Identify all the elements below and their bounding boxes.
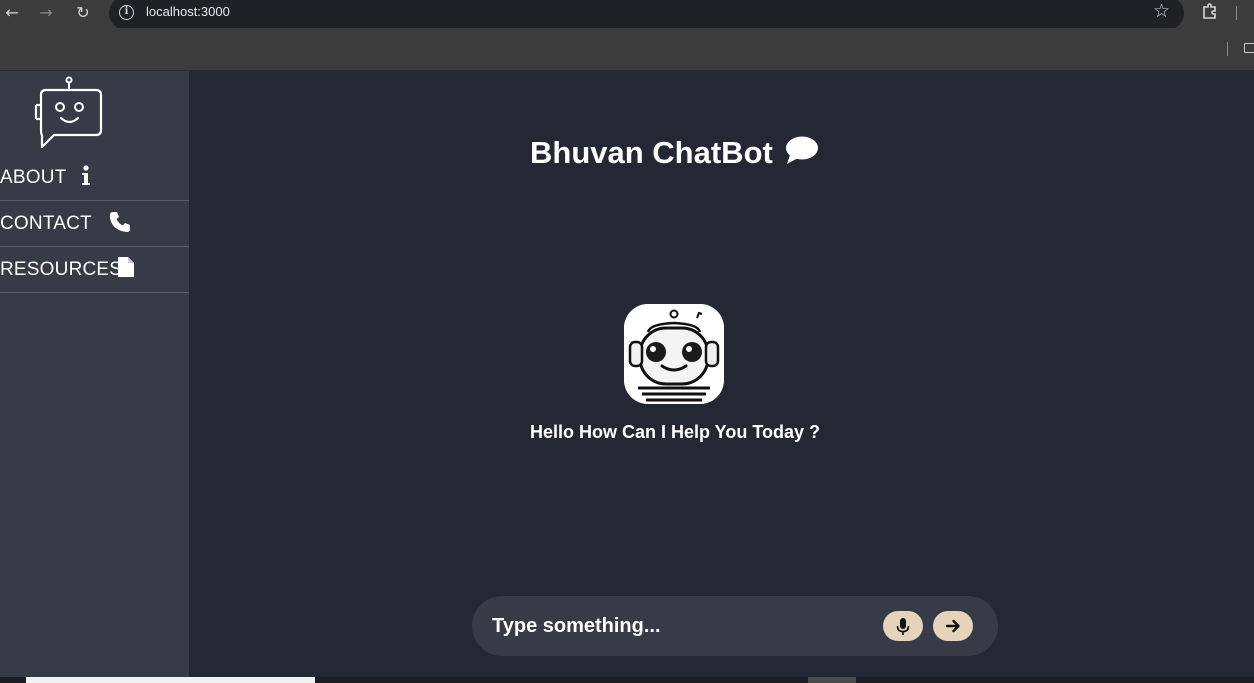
sidebar-item-contact[interactable]: CONTACT	[0, 201, 189, 247]
folder-icon[interactable]	[1244, 43, 1254, 53]
microphone-icon	[896, 618, 910, 635]
message-input[interactable]	[492, 610, 872, 642]
bookmarks-divider	[1227, 42, 1228, 56]
bookmark-star-icon[interactable]: ☆	[1153, 0, 1170, 22]
forward-arrow-icon[interactable]: →	[35, 3, 57, 23]
address-bar-url[interactable]: localhost:3000	[146, 4, 230, 19]
sidebar-item-resources-label[interactable]: RESOURCES	[0, 259, 122, 281]
sidebar-item-about-label[interactable]: ABOUT	[0, 167, 66, 189]
browser-toolbar: ← → ↻ i localhost:3000 ☆	[0, 0, 1254, 30]
chat-main: Bhuvan ChatBot Hello How Can I Help You …	[189, 71, 1254, 677]
sidebar-item-contact-label[interactable]: CONTACT	[0, 213, 92, 235]
reload-icon[interactable]: ↻	[72, 3, 94, 23]
toolbar-divider	[1236, 6, 1237, 20]
sidebar: ABOUT CONTACT RESOURCES	[0, 71, 189, 677]
sidebar-item-resources[interactable]: RESOURCES	[0, 247, 189, 293]
browser-chrome: ← → ↻ i localhost:3000 ☆	[0, 0, 1254, 71]
sidebar-item-about[interactable]: ABOUT	[0, 155, 189, 201]
info-icon	[82, 165, 90, 185]
send-button[interactable]	[933, 611, 973, 641]
chat-input-bar	[472, 596, 998, 656]
address-bar[interactable]: i localhost:3000 ☆	[109, 0, 1184, 30]
chat-bubble-icon	[786, 136, 818, 164]
taskbar-segment	[26, 677, 315, 683]
extensions-icon[interactable]	[1200, 3, 1220, 23]
page-title: Bhuvan ChatBot	[530, 135, 773, 170]
bookmarks-bar	[0, 28, 1254, 71]
site-info-icon[interactable]: i	[119, 5, 134, 20]
taskbar-segment	[808, 677, 856, 683]
back-arrow-icon[interactable]: ←	[1, 3, 23, 23]
greeting-text: Hello How Can I Help You Today ?	[529, 422, 821, 442]
robot-chat-logo-icon[interactable]	[32, 75, 106, 149]
phone-icon	[109, 212, 130, 232]
bot-avatar	[624, 304, 724, 404]
taskbar-strip	[0, 677, 1254, 683]
document-icon	[118, 257, 134, 277]
voice-input-button[interactable]	[883, 611, 923, 641]
arrow-right-icon	[945, 619, 960, 633]
robot-face-icon	[624, 304, 724, 404]
